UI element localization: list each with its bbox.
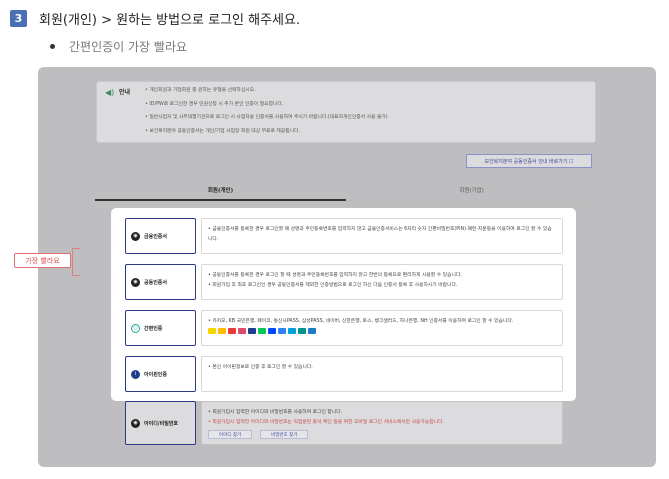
banksalad-icon [288, 327, 296, 334]
highlight-bracket [72, 248, 80, 276]
notice-item: ID/PW로 로그인한 경우 민원신청 시 추가 본인 인증이 필요합니다. [145, 101, 388, 115]
find-password-button[interactable]: 비밀번호 찾기 [260, 430, 309, 439]
tab-business[interactable]: 회원(기업) [346, 183, 597, 201]
payco-icon [228, 327, 236, 334]
kakao-icon [208, 327, 216, 334]
step-header: 3 회원(개인) > 원하는 방법으로 로그인 해주세요. [10, 8, 300, 28]
method-row-joint-cert: ◉ 공동인증서 공동인증서를 등록한 경우 로그인 할 때 성명과 주민등록번호… [125, 264, 563, 300]
method-description: 회원가입시 입력한 아이디와 비밀번호를 사용하여 로그인 합니다. 회원가입시… [201, 401, 563, 445]
notice-item: 일반사업자 및 사무대행기관으로 로그인 시 사업자용 인증서를 사용하여 주시… [145, 114, 387, 128]
method-row-id-password: ◉ 아이디/비밀번호 회원가입시 입력한 아이디와 비밀번호를 사용하여 로그인… [125, 401, 563, 445]
toss-icon [278, 327, 286, 334]
tip-line: 간편인증이 가장 빨라요 [50, 38, 187, 55]
naver-icon [258, 327, 266, 334]
method-description: 공동인증서를 등록한 경우 로그인 할 때 성명과 주민등록번호를 입력하지 않… [201, 264, 563, 300]
lock-icon: ◉ [131, 418, 140, 428]
notice-item: 개인회원과 기업회원 중 원하는 유형을 선택하십시오. [145, 87, 388, 101]
pass-icon [238, 327, 246, 334]
simple-auth-button[interactable]: ○ 간편인증 [125, 310, 196, 346]
kb-icon [218, 327, 226, 334]
megaphone-icon: ◀) [105, 88, 115, 97]
method-description: 본인 아이핀정보로 인증 후 로그인 할 수 있습니다. [201, 356, 563, 392]
tip-text: 간편인증이 가장 빨라요 [69, 40, 188, 54]
ipin-icon: i [131, 369, 140, 379]
method-row-simple-auth: ○ 간편인증 카카오, KB 국민은행, 페이코, 통신사PASS, 삼성PAS… [125, 310, 563, 346]
financial-cert-button[interactable]: ◉ 금융인증서 [125, 218, 196, 254]
notice-box: ◀) 안내 개인회원과 기업회원 중 원하는 유형을 선택하십시오. ID/PW… [96, 81, 596, 143]
find-buttons: 아이디 찾기 비밀번호 찾기 [208, 430, 556, 439]
fastest-badge: 가장 빨라요 [14, 253, 71, 268]
certificate-icon: ◉ [131, 277, 140, 287]
method-description: 금융인증서를 등록한 경우 로그인할 때 성명과 주민등록번호를 입력하지 않고… [201, 218, 563, 254]
method-row-ipin: i 아이핀인증 본인 아이핀정보로 인증 후 로그인 할 수 있습니다. [125, 356, 563, 392]
member-type-tabs: 회원(개인) 회원(기업) [95, 183, 597, 201]
step-number: 3 [10, 9, 27, 27]
login-screenshot-frame: ◀) 안내 개인회원과 기업회원 중 원하는 유형을 선택하십시오. ID/PW… [38, 67, 656, 467]
nh-icon [308, 327, 316, 334]
bokji-cert-guide-link[interactable]: 보건복지분야 공동인증서 안내 바로가기 ☐ [466, 154, 592, 168]
method-row-financial-cert: ◉ 금융인증서 금융인증서를 등록한 경우 로그인할 때 성명과 주민등록번호를… [125, 218, 563, 254]
id-password-button[interactable]: ◉ 아이디/비밀번호 [125, 401, 196, 445]
tab-personal[interactable]: 회원(개인) [95, 183, 346, 201]
shinhan-icon [268, 327, 276, 334]
samsung-pass-icon [248, 327, 256, 334]
auth-provider-icons [208, 327, 316, 334]
hana-icon [298, 327, 306, 334]
simple-auth-icon: ○ [131, 323, 140, 333]
step-title: 회원(개인) > 원하는 방법으로 로그인 해주세요. [39, 12, 301, 28]
method-description: 카카오, KB 국민은행, 페이코, 통신사PASS, 삼성PASS, 네이버,… [201, 310, 563, 346]
find-id-button[interactable]: 아이디 찾기 [208, 430, 253, 439]
ipin-auth-button[interactable]: i 아이핀인증 [125, 356, 196, 392]
login-methods-panel: ◉ 금융인증서 금융인증서를 등록한 경우 로그인할 때 성명과 주민등록번호를… [111, 208, 576, 401]
notice-label: 안내 [119, 89, 131, 96]
bullet-icon [50, 44, 55, 49]
certificate-icon: ◉ [131, 231, 140, 241]
notice-list: 개인회원과 기업회원 중 원하는 유형을 선택하십시오. ID/PW로 로그인한… [145, 87, 388, 142]
notice-item: 보건복지분야 공동인증서는 개인/기업 사업장 회원 대상 무료로 제공됩니다. [145, 128, 388, 142]
joint-cert-button[interactable]: ◉ 공동인증서 [125, 264, 196, 300]
